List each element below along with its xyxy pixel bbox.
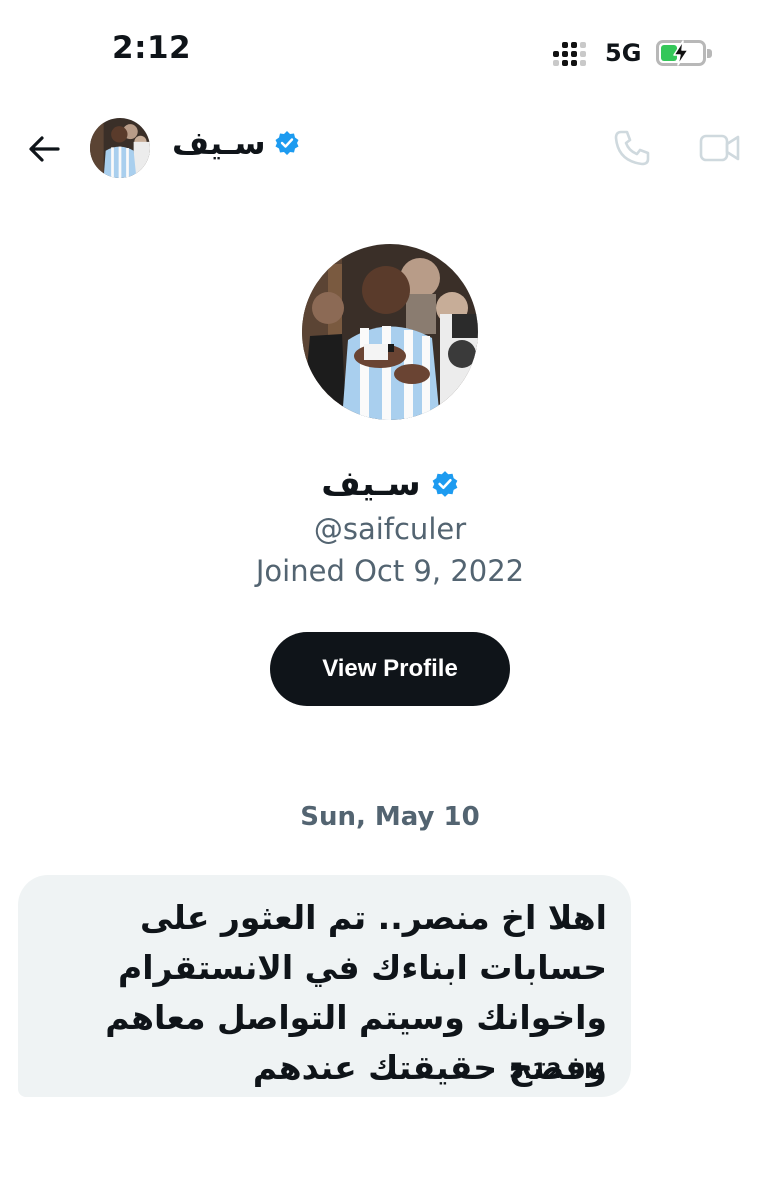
date-separator: Sun, May 10 (300, 802, 480, 832)
joined-date: Joined Oct 9, 2022 (255, 554, 525, 588)
phone-icon (614, 130, 650, 166)
verified-badge-icon (432, 471, 458, 497)
profile-name-row: سـيف (0, 464, 780, 504)
back-arrow-icon (29, 136, 60, 162)
call-button[interactable] (612, 128, 652, 172)
header-avatar[interactable] (90, 118, 150, 178)
header-name[interactable]: سـيف (172, 124, 300, 162)
header-display-name: سـيف (172, 124, 266, 162)
signal-strength-icon (553, 40, 593, 66)
profile-display-name: سـيف (321, 464, 421, 504)
conversation-header: سـيف (0, 110, 780, 190)
view-profile-button[interactable]: View Profile (270, 632, 510, 706)
battery-icon (656, 40, 712, 66)
network-type: 5G (605, 39, 642, 67)
message-bubble[interactable]: اهلا اخ منصر.. تم العثور على حسابات ابنا… (18, 875, 631, 1097)
back-button[interactable] (22, 127, 66, 171)
profile-card: سـيف @saifculer Joined Oct 9, 2022 View … (0, 244, 780, 706)
profile-handle: @saifculer (313, 512, 467, 546)
charging-bolt-icon (673, 40, 689, 66)
status-time: 2:12 (112, 30, 192, 66)
verified-badge-icon (275, 131, 299, 155)
video-call-button[interactable] (698, 130, 742, 170)
video-camera-icon (699, 134, 740, 162)
profile-avatar[interactable] (302, 244, 478, 420)
status-bar: 2:12 5G (0, 0, 780, 100)
message-timestamp: 5:12 PM (509, 1059, 605, 1083)
